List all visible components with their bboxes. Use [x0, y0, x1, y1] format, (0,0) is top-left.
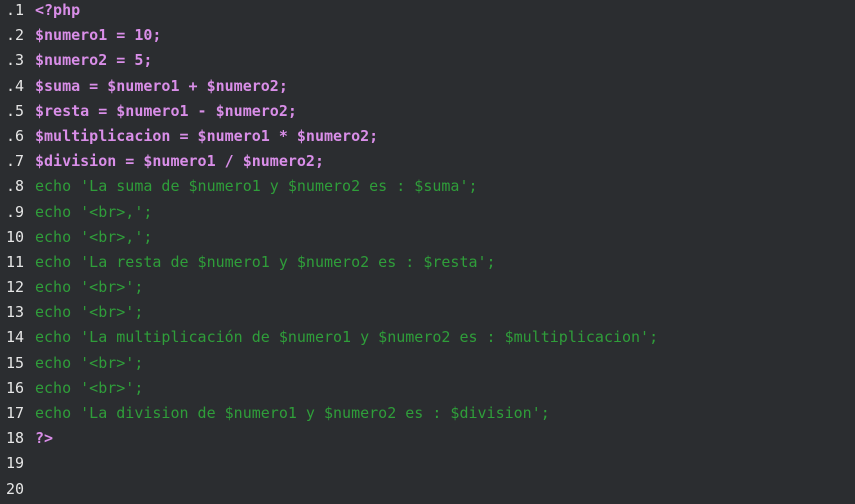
- code-line[interactable]: .9 echo '<br>,';: [0, 202, 855, 227]
- code-text[interactable]: echo 'La suma de $numero1 y $numero2 es …: [35, 176, 478, 196]
- line-number: .2: [5, 26, 24, 45]
- code-lines: .1 <?php .2 $numero1 = 10; .3 $numero2 = 5;…: [0, 0, 855, 504]
- code-text[interactable]: echo 'La resta de $numero1 y $numero2 es…: [35, 252, 496, 272]
- code-line[interactable]: .6 $multiplicacion = $numero1 * $numero2;: [0, 126, 855, 151]
- code-line[interactable]: 15 echo '<br>';: [0, 353, 855, 378]
- code-editor[interactable]: .1 <?php .2 $numero1 = 10; .3 $numero2 = 5;…: [0, 0, 855, 500]
- code-line[interactable]: 12 echo '<br>';: [0, 277, 855, 302]
- code-text[interactable]: $suma = $numero1 + $numero2;: [35, 76, 288, 96]
- line-number: 18: [5, 429, 24, 448]
- line-number: .5: [5, 101, 24, 120]
- line-number: 13: [5, 303, 24, 322]
- code-line[interactable]: .8 echo 'La suma de $numero1 y $numero2 e…: [0, 176, 855, 201]
- line-number: 14: [5, 328, 24, 347]
- line-number: 15: [5, 353, 24, 372]
- line-number: 17: [5, 404, 24, 422]
- line-number: 19: [5, 454, 24, 473]
- code-text[interactable]: echo 'La division de $numero1 y $numero2…: [35, 403, 550, 423]
- code-line[interactable]: .1 <?php: [0, 0, 855, 25]
- code-text[interactable]: $resta = $numero1 - $numero2;: [35, 101, 297, 121]
- code-line[interactable]: 14 echo 'La multiplicación de $numero1 y …: [0, 327, 855, 352]
- code-line[interactable]: 10 echo '<br>,';: [0, 227, 855, 252]
- line-number: 10: [5, 227, 24, 246]
- code-text[interactable]: $division = $numero1 / $numero2;: [35, 151, 324, 171]
- code-text[interactable]: echo '<br>';: [35, 353, 143, 373]
- code-line[interactable]: 16 echo '<br>';: [0, 378, 855, 403]
- code-text[interactable]: <?php: [35, 0, 80, 20]
- code-text[interactable]: ?>: [35, 428, 53, 448]
- code-line[interactable]: .5 $resta = $numero1 - $numero2;: [0, 101, 855, 126]
- code-line[interactable]: 17 echo 'La division de $numero1 y $numer…: [0, 403, 855, 428]
- code-text[interactable]: echo '<br>';: [35, 277, 143, 297]
- code-text[interactable]: echo '<br>,';: [35, 227, 152, 247]
- code-text[interactable]: echo '<br>,';: [35, 202, 152, 222]
- line-number: 16: [5, 378, 24, 397]
- code-line[interactable]: .2 $numero1 = 10;: [0, 25, 855, 50]
- line-number: .7: [5, 152, 24, 171]
- code-text[interactable]: $multiplicacion = $numero1 * $numero2;: [35, 126, 378, 146]
- line-number: .4: [5, 76, 24, 95]
- code-line[interactable]: .3 $numero2 = 5;: [0, 50, 855, 75]
- code-text[interactable]: $numero1 = 10;: [35, 25, 161, 45]
- code-line[interactable]: .4 $suma = $numero1 + $numero2;: [0, 76, 855, 101]
- code-text[interactable]: echo '<br>';: [35, 302, 143, 322]
- line-number: 11: [5, 252, 24, 271]
- code-text[interactable]: $numero2 = 5;: [35, 50, 152, 70]
- line-number: .3: [5, 51, 24, 70]
- code-line[interactable]: 11 echo 'La resta de $numero1 y $numero2 …: [0, 252, 855, 277]
- line-number: 20: [5, 479, 24, 498]
- line-number: .6: [5, 126, 24, 145]
- code-line[interactable]: 19: [0, 453, 855, 478]
- code-line[interactable]: .7 $division = $numero1 / $numero2;: [0, 151, 855, 176]
- line-number: .9: [5, 202, 24, 221]
- code-line[interactable]: 13 echo '<br>';: [0, 302, 855, 327]
- line-number: .8: [5, 177, 24, 196]
- code-text[interactable]: echo 'La multiplicación de $numero1 y $n…: [35, 327, 658, 347]
- code-line[interactable]: 18 ?>: [0, 428, 855, 453]
- line-number: .1: [5, 1, 24, 19]
- code-text[interactable]: echo '<br>';: [35, 378, 143, 398]
- line-number: 12: [5, 278, 24, 297]
